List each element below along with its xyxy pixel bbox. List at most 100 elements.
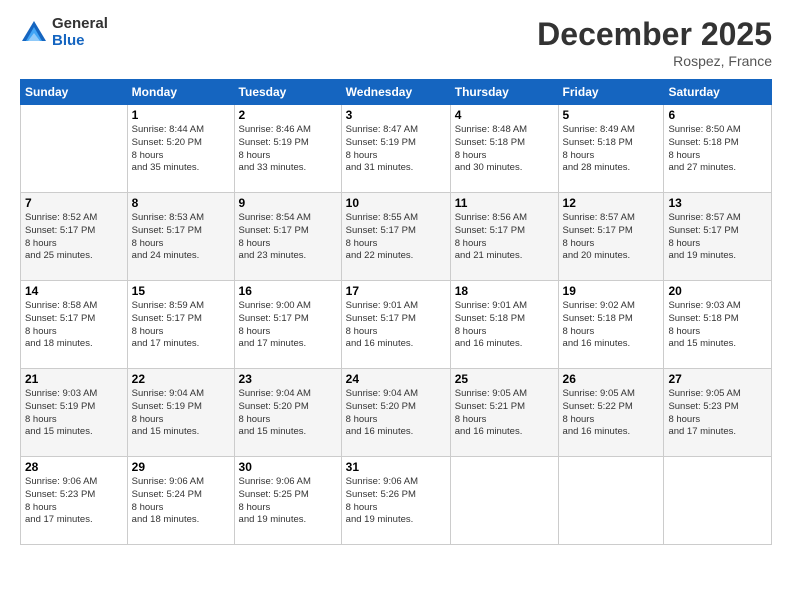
calendar-cell: 30 Sunrise: 9:06 AMSunset: 5:25 PM8 hours… xyxy=(234,457,341,545)
day-info: Sunrise: 9:04 AMSunset: 5:20 PM8 hoursan… xyxy=(239,388,337,439)
day-info: Sunrise: 9:06 AMSunset: 5:23 PM8 hoursan… xyxy=(25,476,123,527)
calendar-cell: 18 Sunrise: 9:01 AMSunset: 5:18 PM8 hours… xyxy=(450,281,558,369)
calendar-cell: 26 Sunrise: 9:05 AMSunset: 5:22 PM8 hours… xyxy=(558,369,664,457)
location: Rospez, France xyxy=(537,53,772,69)
day-number: 9 xyxy=(239,196,337,210)
day-info: Sunrise: 9:06 AMSunset: 5:25 PM8 hoursan… xyxy=(239,476,337,527)
calendar-week-3: 14Sunrise: 8:58 AMSunset: 5:17 PM8 hours… xyxy=(21,281,772,369)
calendar-cell: 10 Sunrise: 8:55 AMSunset: 5:17 PM8 hours… xyxy=(341,193,450,281)
day-number: 4 xyxy=(455,108,554,122)
logo-blue-label: Blue xyxy=(52,33,108,50)
calendar-body: 1 Sunrise: 8:44 AMSunset: 5:20 PM8 hoursa… xyxy=(21,105,772,545)
calendar-cell: 6Sunrise: 8:50 AMSunset: 5:18 PM8 hoursa… xyxy=(664,105,772,193)
day-info: Sunrise: 9:01 AMSunset: 5:18 PM8 hoursan… xyxy=(455,300,554,351)
calendar-week-4: 21Sunrise: 9:03 AMSunset: 5:19 PM8 hours… xyxy=(21,369,772,457)
page: General Blue December 2025 Rospez, Franc… xyxy=(0,0,792,612)
day-number: 29 xyxy=(132,460,230,474)
day-info: Sunrise: 9:03 AMSunset: 5:18 PM8 hoursan… xyxy=(668,300,767,351)
day-number: 27 xyxy=(668,372,767,386)
logo-icon xyxy=(20,19,48,47)
calendar-cell: 12 Sunrise: 8:57 AMSunset: 5:17 PM8 hours… xyxy=(558,193,664,281)
logo-general-label: General xyxy=(52,16,108,33)
col-thursday: Thursday xyxy=(450,80,558,105)
day-number: 3 xyxy=(346,108,446,122)
col-tuesday: Tuesday xyxy=(234,80,341,105)
day-number: 8 xyxy=(132,196,230,210)
day-info: Sunrise: 9:04 AMSunset: 5:19 PM8 hoursan… xyxy=(132,388,230,439)
calendar-cell: 11Sunrise: 8:56 AMSunset: 5:17 PM8 hours… xyxy=(450,193,558,281)
day-number: 20 xyxy=(668,284,767,298)
calendar-cell: 22 Sunrise: 9:04 AMSunset: 5:19 PM8 hours… xyxy=(127,369,234,457)
calendar-table: Sunday Monday Tuesday Wednesday Thursday… xyxy=(20,79,772,545)
day-number: 5 xyxy=(563,108,660,122)
calendar-cell: 7Sunrise: 8:52 AMSunset: 5:17 PM8 hoursa… xyxy=(21,193,128,281)
day-number: 22 xyxy=(132,372,230,386)
day-info: Sunrise: 8:44 AMSunset: 5:20 PM8 hoursan… xyxy=(132,124,230,175)
day-info: Sunrise: 9:05 AMSunset: 5:22 PM8 hoursan… xyxy=(563,388,660,439)
col-friday: Friday xyxy=(558,80,664,105)
day-number: 1 xyxy=(132,108,230,122)
day-number: 14 xyxy=(25,284,123,298)
logo-text: General Blue xyxy=(52,16,108,49)
day-number: 30 xyxy=(239,460,337,474)
day-number: 7 xyxy=(25,196,123,210)
calendar-cell: 20 Sunrise: 9:03 AMSunset: 5:18 PM8 hours… xyxy=(664,281,772,369)
day-number: 28 xyxy=(25,460,123,474)
calendar-cell: 13 Sunrise: 8:57 AMSunset: 5:17 PM8 hours… xyxy=(664,193,772,281)
day-info: Sunrise: 9:01 AMSunset: 5:17 PM8 hoursan… xyxy=(346,300,446,351)
calendar-cell xyxy=(21,105,128,193)
day-info: Sunrise: 8:57 AMSunset: 5:17 PM8 hoursan… xyxy=(563,212,660,263)
day-info: Sunrise: 8:53 AMSunset: 5:17 PM8 hoursan… xyxy=(132,212,230,263)
day-number: 21 xyxy=(25,372,123,386)
calendar-cell: 19 Sunrise: 9:02 AMSunset: 5:18 PM8 hours… xyxy=(558,281,664,369)
calendar-header-row: Sunday Monday Tuesday Wednesday Thursday… xyxy=(21,80,772,105)
calendar-cell: 23 Sunrise: 9:04 AMSunset: 5:20 PM8 hours… xyxy=(234,369,341,457)
calendar-week-1: 1 Sunrise: 8:44 AMSunset: 5:20 PM8 hoursa… xyxy=(21,105,772,193)
calendar-cell: 15 Sunrise: 8:59 AMSunset: 5:17 PM8 hours… xyxy=(127,281,234,369)
day-number: 26 xyxy=(563,372,660,386)
day-number: 15 xyxy=(132,284,230,298)
calendar-cell xyxy=(664,457,772,545)
day-number: 12 xyxy=(563,196,660,210)
day-info: Sunrise: 8:49 AMSunset: 5:18 PM8 hoursan… xyxy=(563,124,660,175)
calendar-cell: 25Sunrise: 9:05 AMSunset: 5:21 PM8 hours… xyxy=(450,369,558,457)
header: General Blue December 2025 Rospez, Franc… xyxy=(20,16,772,69)
day-info: Sunrise: 8:59 AMSunset: 5:17 PM8 hoursan… xyxy=(132,300,230,351)
day-number: 18 xyxy=(455,284,554,298)
day-number: 23 xyxy=(239,372,337,386)
calendar-cell: 24Sunrise: 9:04 AMSunset: 5:20 PM8 hours… xyxy=(341,369,450,457)
calendar-cell: 2Sunrise: 8:46 AMSunset: 5:19 PM8 hoursa… xyxy=(234,105,341,193)
calendar-cell: 5 Sunrise: 8:49 AMSunset: 5:18 PM8 hoursa… xyxy=(558,105,664,193)
day-info: Sunrise: 9:05 AMSunset: 5:23 PM8 hoursan… xyxy=(668,388,767,439)
calendar-cell xyxy=(558,457,664,545)
calendar-week-2: 7Sunrise: 8:52 AMSunset: 5:17 PM8 hoursa… xyxy=(21,193,772,281)
calendar-cell xyxy=(450,457,558,545)
day-info: Sunrise: 8:50 AMSunset: 5:18 PM8 hoursan… xyxy=(668,124,767,175)
title-area: December 2025 Rospez, France xyxy=(537,16,772,69)
day-info: Sunrise: 8:54 AMSunset: 5:17 PM8 hoursan… xyxy=(239,212,337,263)
calendar-cell: 16 Sunrise: 9:00 AMSunset: 5:17 PM8 hours… xyxy=(234,281,341,369)
day-number: 19 xyxy=(563,284,660,298)
calendar-cell: 9 Sunrise: 8:54 AMSunset: 5:17 PM8 hoursa… xyxy=(234,193,341,281)
col-saturday: Saturday xyxy=(664,80,772,105)
day-info: Sunrise: 8:57 AMSunset: 5:17 PM8 hoursan… xyxy=(668,212,767,263)
day-number: 10 xyxy=(346,196,446,210)
logo: General Blue xyxy=(20,16,108,49)
col-sunday: Sunday xyxy=(21,80,128,105)
day-number: 2 xyxy=(239,108,337,122)
day-info: Sunrise: 8:56 AMSunset: 5:17 PM8 hoursan… xyxy=(455,212,554,263)
day-number: 17 xyxy=(346,284,446,298)
day-info: Sunrise: 9:00 AMSunset: 5:17 PM8 hoursan… xyxy=(239,300,337,351)
day-number: 13 xyxy=(668,196,767,210)
day-info: Sunrise: 8:47 AMSunset: 5:19 PM8 hoursan… xyxy=(346,124,446,175)
calendar-cell: 14Sunrise: 8:58 AMSunset: 5:17 PM8 hours… xyxy=(21,281,128,369)
calendar-cell: 17 Sunrise: 9:01 AMSunset: 5:17 PM8 hours… xyxy=(341,281,450,369)
day-info: Sunrise: 8:55 AMSunset: 5:17 PM8 hoursan… xyxy=(346,212,446,263)
day-number: 16 xyxy=(239,284,337,298)
calendar-week-5: 28 Sunrise: 9:06 AMSunset: 5:23 PM8 hours… xyxy=(21,457,772,545)
calendar-cell: 21Sunrise: 9:03 AMSunset: 5:19 PM8 hours… xyxy=(21,369,128,457)
day-info: Sunrise: 9:06 AMSunset: 5:24 PM8 hoursan… xyxy=(132,476,230,527)
calendar-cell: 31Sunrise: 9:06 AMSunset: 5:26 PM8 hours… xyxy=(341,457,450,545)
day-number: 31 xyxy=(346,460,446,474)
day-info: Sunrise: 9:02 AMSunset: 5:18 PM8 hoursan… xyxy=(563,300,660,351)
